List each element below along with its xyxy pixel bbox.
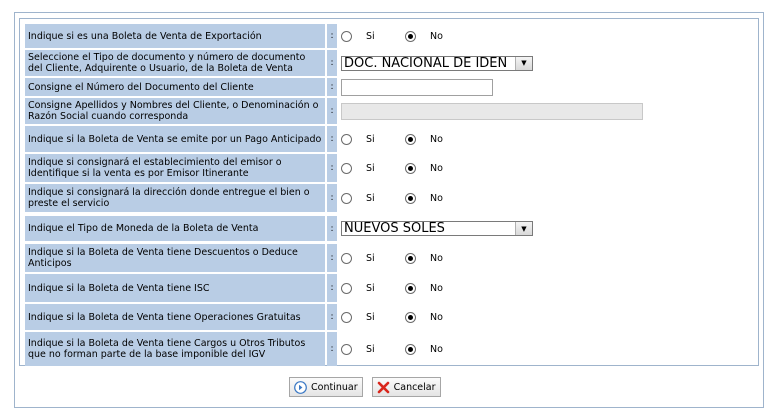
radio-no-label: No xyxy=(430,343,443,355)
row-separator: : xyxy=(327,274,337,302)
row-separator: : xyxy=(327,126,337,152)
radio-si[interactable] xyxy=(341,282,352,294)
row-separator: : xyxy=(327,98,337,124)
radio-si[interactable] xyxy=(341,343,352,355)
row-separator: : xyxy=(327,216,337,241)
row-tipo-moneda: Indique el Tipo de Moneda de la Boleta d… xyxy=(25,216,755,241)
radio-si[interactable] xyxy=(341,30,352,42)
form-panel: Indique si es una Boleta de Venta de Exp… xyxy=(19,18,759,366)
row-separator: : xyxy=(327,244,337,272)
row-label: Indique si consignará el establecimiento… xyxy=(25,154,325,182)
row-separator: : xyxy=(327,184,337,212)
row-label: Indique si la Boleta de Venta tiene ISC xyxy=(25,274,325,302)
radio-no[interactable] xyxy=(405,133,416,145)
radio-si-label: Si xyxy=(366,133,375,145)
row-isc: Indique si la Boleta de Venta tiene ISC … xyxy=(25,274,755,302)
row-label: Consigne el Número del Documento del Cli… xyxy=(25,78,325,96)
radio-si[interactable] xyxy=(341,192,352,204)
radio-no[interactable] xyxy=(405,343,416,355)
document-number-input[interactable] xyxy=(341,78,493,96)
select-value: DOC. NACIONAL DE IDEN xyxy=(344,56,508,70)
row-nombre-cliente: Consigne Apellidos y Nombres del Cliente… xyxy=(25,98,755,124)
row-label: Indique si es una Boleta de Venta de Exp… xyxy=(25,24,325,48)
row-pago-anticipado: Indique si la Boleta de Venta se emite p… xyxy=(25,126,755,152)
row-tipo-documento: Seleccione el Tipo de documento y número… xyxy=(25,50,755,76)
row-separator: : xyxy=(327,154,337,182)
radio-si[interactable] xyxy=(341,311,352,323)
cancel-button[interactable]: Cancelar xyxy=(371,377,441,397)
row-separator: : xyxy=(327,24,337,48)
row-label: Seleccione el Tipo de documento y número… xyxy=(25,50,325,76)
radio-si-label: Si xyxy=(366,30,375,42)
select-value: NUEVOS SOLES xyxy=(344,222,445,235)
radio-no-label: No xyxy=(430,162,443,174)
radio-no-label: No xyxy=(430,192,443,204)
radio-si-label: Si xyxy=(366,311,375,323)
radio-no-label: No xyxy=(430,311,443,323)
continue-button[interactable]: Continuar xyxy=(289,377,363,397)
continue-button-label: Continuar xyxy=(311,381,358,393)
row-label: Indique si consignará la dirección donde… xyxy=(25,184,325,212)
radio-si[interactable] xyxy=(341,133,352,145)
row-establecimiento: Indique si consignará el establecimiento… xyxy=(25,154,755,182)
radio-no[interactable] xyxy=(405,30,416,42)
row-numero-documento: Consigne el Número del Documento del Cli… xyxy=(25,78,755,96)
radio-si-label: Si xyxy=(366,282,375,294)
radio-no[interactable] xyxy=(405,282,416,294)
row-label: Consigne Apellidos y Nombres del Cliente… xyxy=(25,98,325,124)
cancel-button-label: Cancelar xyxy=(393,381,436,393)
radio-no-label: No xyxy=(430,252,443,264)
row-operaciones-gratuitas: Indique si la Boleta de Venta tiene Oper… xyxy=(25,304,755,330)
row-otros-tributos: Indique si la Boleta de Venta tiene Carg… xyxy=(25,332,755,366)
arrow-right-circle-icon xyxy=(294,380,307,394)
radio-no-label: No xyxy=(430,133,443,145)
button-bar: Continuar Cancelar xyxy=(289,377,441,397)
row-separator: : xyxy=(327,78,337,96)
row-label: Indique si la Boleta de Venta tiene Oper… xyxy=(25,304,325,330)
radio-no[interactable] xyxy=(405,192,416,204)
radio-si-label: Si xyxy=(366,343,375,355)
row-separator: : xyxy=(327,304,337,330)
radio-no-label: No xyxy=(430,282,443,294)
document-type-select[interactable]: DOC. NACIONAL DE IDEN ▼ xyxy=(341,55,533,71)
radio-si-label: Si xyxy=(366,252,375,264)
form-frame: Indique si es una Boleta de Venta de Exp… xyxy=(14,12,764,408)
client-name-input xyxy=(341,102,643,120)
row-separator: : xyxy=(327,332,337,366)
radio-si-label: Si xyxy=(366,162,375,174)
radio-no-label: No xyxy=(430,30,443,42)
radio-no[interactable] xyxy=(405,162,416,174)
row-label: Indique si la Boleta de Venta se emite p… xyxy=(25,126,325,152)
radio-si-label: Si xyxy=(366,192,375,204)
radio-no[interactable] xyxy=(405,311,416,323)
row-direccion-entrega: Indique si consignará la dirección donde… xyxy=(25,184,755,212)
chevron-down-icon[interactable]: ▼ xyxy=(515,222,532,235)
row-separator: : xyxy=(327,50,337,76)
row-exportacion: Indique si es una Boleta de Venta de Exp… xyxy=(25,24,755,48)
chevron-down-icon[interactable]: ▼ xyxy=(515,56,532,70)
row-label: Indique el Tipo de Moneda de la Boleta d… xyxy=(25,216,325,241)
row-label: Indique si la Boleta de Venta tiene Carg… xyxy=(25,332,325,366)
red-x-icon xyxy=(377,381,390,394)
radio-si[interactable] xyxy=(341,162,352,174)
radio-no[interactable] xyxy=(405,252,416,264)
currency-select[interactable]: NUEVOS SOLES ▼ xyxy=(341,221,533,236)
row-label: Indique si la Boleta de Venta tiene Desc… xyxy=(25,244,325,272)
row-descuentos: Indique si la Boleta de Venta tiene Desc… xyxy=(25,244,755,272)
radio-si[interactable] xyxy=(341,252,352,264)
